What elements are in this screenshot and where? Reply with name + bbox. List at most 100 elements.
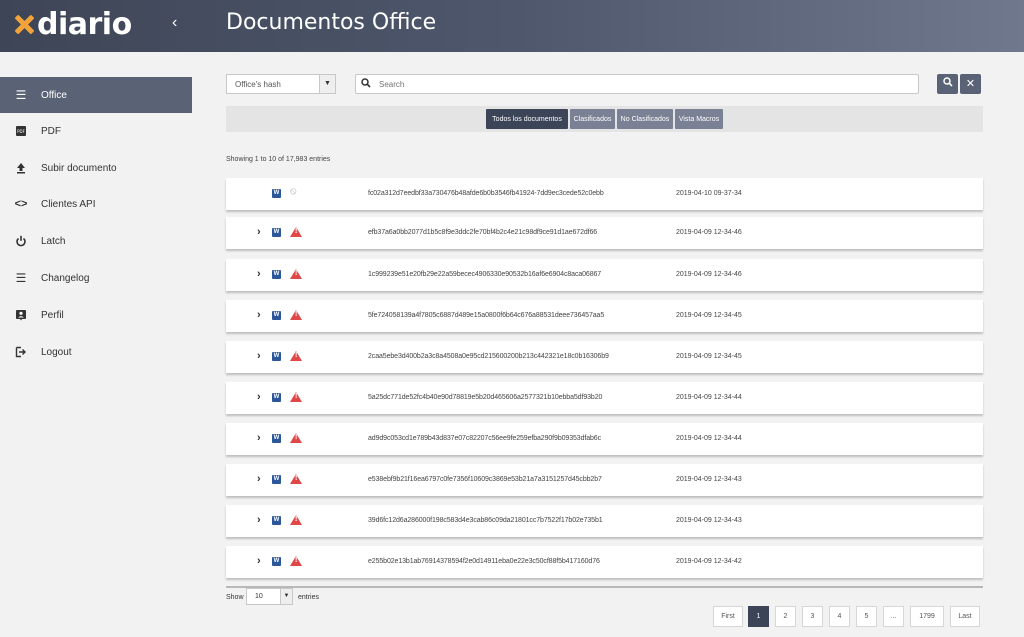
sidebar-item-changelog[interactable]: ☰ Changelog xyxy=(0,260,192,296)
entries-info: Showing 1 to 10 of 17,983 entries xyxy=(226,156,331,163)
sidebar-item-perfil[interactable]: Perfil xyxy=(0,297,192,333)
document-date: 2019-04-09 12-34-45 xyxy=(676,312,742,319)
word-icon: W xyxy=(272,311,281,320)
document-date: 2019-04-09 12-34-42 xyxy=(676,558,742,565)
entries-per-page-select[interactable]: 10 ▼ xyxy=(246,588,293,605)
expand-row-icon[interactable]: › xyxy=(257,309,261,321)
sidebar-item-label: Perfil xyxy=(41,309,64,321)
table-row[interactable]: › W 2caa5ebe3d400b2a3c8a4508a0e95cd21560… xyxy=(226,341,983,373)
document-date: 2019-04-10 09-37-34 xyxy=(676,190,742,197)
document-date: 2019-04-09 12-34-43 xyxy=(676,517,742,524)
filter-bar: Todos los documentos Clasificados No Cla… xyxy=(226,106,983,132)
list-icon: ☰ xyxy=(15,271,27,285)
word-icon: W xyxy=(272,228,281,237)
sidebar-item-label: Changelog xyxy=(41,272,90,284)
no-signal-icon: ⦸ xyxy=(290,186,297,197)
pagination-page-1[interactable]: 1 xyxy=(748,606,769,627)
warning-icon xyxy=(290,474,302,484)
sidebar-item-label: Subir documento xyxy=(41,162,117,174)
document-date: 2019-04-09 12-34-45 xyxy=(676,353,742,360)
document-date: 2019-04-09 12-34-46 xyxy=(676,229,742,236)
document-hash[interactable]: 39d6fc12d6a286000f198c583d4e3cab86c09da2… xyxy=(368,517,603,524)
document-hash[interactable]: 5a25dc771de52fc4b40e90d78819e5b20d465606… xyxy=(368,394,602,401)
expand-row-icon[interactable]: › xyxy=(257,226,261,238)
word-icon: W xyxy=(272,557,281,566)
profile-icon xyxy=(14,308,28,322)
document-date: 2019-04-09 12-34-44 xyxy=(676,435,742,442)
pagination-page-2[interactable]: 2 xyxy=(775,606,796,627)
sidebar-item-latch[interactable]: Latch xyxy=(0,223,192,259)
document-hash[interactable]: e538ebf9b21f16ea6797c0fe7356f10609c3869e… xyxy=(368,476,602,483)
power-icon xyxy=(14,234,28,248)
warning-icon xyxy=(290,515,302,525)
word-icon: W xyxy=(272,393,281,402)
word-icon: W xyxy=(272,516,281,525)
table-row[interactable]: › W 5a25dc771de52fc4b40e90d78819e5b20d46… xyxy=(226,382,983,414)
diario-logo[interactable]: diario xyxy=(14,6,132,42)
sidebar-item-clientes-api[interactable]: <> Clientes API xyxy=(0,186,192,222)
table-divider xyxy=(226,586,983,588)
pagination-page-1799[interactable]: 1799 xyxy=(910,606,944,627)
table-row[interactable]: › W e538ebf9b21f16ea6797c0fe7356f10609c3… xyxy=(226,464,983,496)
logout-icon xyxy=(14,345,28,359)
document-hash[interactable]: ad9d9c053cd1e789b43d837e07c82207c56ee9fe… xyxy=(368,435,601,442)
filter-macros-button[interactable]: Vista Macros xyxy=(675,109,723,129)
table-row[interactable]: › W 5fe724058139a4f7805c6887d489e15a0800… xyxy=(226,300,983,332)
filter-unclassified-button[interactable]: No Clasificados xyxy=(617,109,673,129)
top-bar: diario ‹ Documentos Office xyxy=(0,0,1024,52)
search-button[interactable] xyxy=(937,74,958,94)
document-hash[interactable]: 5fe724058139a4f7805c6887d489e15a0800f6b6… xyxy=(368,312,604,319)
expand-row-icon[interactable]: › xyxy=(257,555,261,567)
table-row[interactable]: › W efb37a6a0bb2077d1b5c8f9e3ddc2fe70bf4… xyxy=(226,217,983,249)
warning-icon xyxy=(290,269,302,279)
document-hash[interactable]: fc02a312d7eedbf33a730476b48afde6b0b3546f… xyxy=(368,190,604,197)
document-hash[interactable]: efb37a6a0bb2077d1b5c8f9e3ddc2fe70bf4b2c4… xyxy=(368,229,597,236)
show-label: Show xyxy=(226,594,244,601)
document-date: 2019-04-09 12-34-44 xyxy=(676,394,742,401)
warning-icon xyxy=(290,310,302,320)
sidebar-item-label: PDF xyxy=(41,125,61,137)
expand-row-icon[interactable]: › xyxy=(257,268,261,280)
table-row[interactable]: › W e255b02e13b1ab76914378594f2e0d14911e… xyxy=(226,546,983,578)
word-icon: W xyxy=(272,270,281,279)
expand-row-icon[interactable]: › xyxy=(257,514,261,526)
pagination-page-4[interactable]: 4 xyxy=(829,606,850,627)
pagination-last-button[interactable]: Last xyxy=(950,606,980,627)
document-hash[interactable]: 2caa5ebe3d400b2a3c8a4508a0e95cd215600200… xyxy=(368,353,609,360)
collapse-sidebar-button[interactable]: ‹ xyxy=(172,14,177,32)
warning-icon xyxy=(290,556,302,566)
sidebar-item-office[interactable]: ☰ Office xyxy=(0,77,192,113)
clear-search-button[interactable]: ✕ xyxy=(960,74,981,94)
table-row[interactable]: › W ad9d9c053cd1e789b43d837e07c82207c56e… xyxy=(226,423,983,455)
entries-label: entries xyxy=(298,594,320,601)
logo-text: diario xyxy=(37,6,132,42)
expand-row-icon[interactable]: › xyxy=(257,432,261,444)
search-input[interactable] xyxy=(379,79,879,89)
table-row[interactable]: › W 39d6fc12d6a286000f198c583d4e3cab86c0… xyxy=(226,505,983,537)
pagination-page-5[interactable]: 5 xyxy=(856,606,877,627)
search-icon xyxy=(361,77,371,91)
pagination-page-3[interactable]: 3 xyxy=(802,606,823,627)
filter-classified-button[interactable]: Clasificados xyxy=(570,109,615,129)
table-row[interactable]: › W 1c999239e51e20fb29e22a59becec4906330… xyxy=(226,259,983,291)
expand-row-icon[interactable]: › xyxy=(257,473,261,485)
expand-row-icon[interactable]: › xyxy=(257,350,261,362)
sidebar-item-subir-documento[interactable]: Subir documento xyxy=(0,150,192,186)
table-row[interactable]: W ⦸ fc02a312d7eedbf33a730476b48afde6b0b3… xyxy=(226,178,983,210)
expand-row-icon[interactable]: › xyxy=(257,391,261,403)
chevron-down-icon: ▼ xyxy=(280,589,292,604)
document-hash[interactable]: e255b02e13b1ab76914378594f2e0d14911eba0e… xyxy=(368,558,600,565)
entries-per-page-value: 10 xyxy=(255,593,263,600)
word-icon: W xyxy=(272,352,281,361)
list-icon: ☰ xyxy=(15,88,27,102)
filter-all-documents-button[interactable]: Todos los documentos xyxy=(486,109,568,129)
hash-type-select[interactable]: Office's hash ▼ xyxy=(226,74,336,94)
sidebar-item-logout[interactable]: Logout xyxy=(0,334,192,370)
warning-icon xyxy=(290,392,302,402)
hash-type-value: Office's hash xyxy=(235,80,281,89)
sidebar-item-pdf[interactable]: PDF PDF xyxy=(0,113,192,149)
pdf-icon: PDF xyxy=(14,124,28,138)
document-hash[interactable]: 1c999239e51e20fb29e22a59becec4906330e905… xyxy=(368,271,601,278)
pagination-first-button[interactable]: First xyxy=(713,606,743,627)
word-icon: W xyxy=(272,475,281,484)
